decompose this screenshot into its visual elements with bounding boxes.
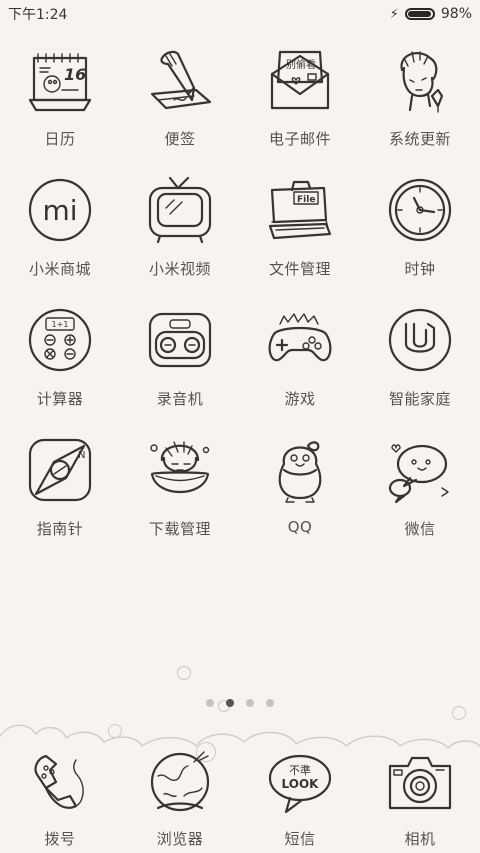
download-manager-icon	[144, 434, 216, 506]
phone-dialer-icon	[24, 746, 96, 818]
calculator-icon: 1+1	[24, 304, 96, 376]
decor-bubble	[177, 666, 191, 680]
app-label: 录音机	[156, 390, 204, 408]
app-label: 下载管理	[148, 520, 211, 538]
app-label: 便签	[164, 130, 196, 148]
app-label: 小米商城	[28, 260, 91, 278]
dock-camera[interactable]: 相机	[360, 742, 480, 849]
app-compass[interactable]: N 指南针	[0, 430, 120, 560]
page-dot[interactable]	[246, 699, 254, 707]
status-time: 下午1:24	[8, 7, 68, 23]
compass-n-text: N	[78, 450, 85, 461]
system-update-icon	[384, 44, 456, 116]
game-controller-icon	[264, 304, 336, 376]
mi-store-icon: mi	[24, 174, 96, 246]
app-label: QQ	[287, 518, 313, 536]
look-top-text: 不準	[289, 763, 311, 777]
app-qq[interactable]: QQ	[240, 430, 360, 560]
clock-icon	[384, 174, 456, 246]
email-icon: 别偷看	[264, 44, 336, 116]
camera-icon	[384, 746, 456, 818]
smart-home-icon	[384, 304, 456, 376]
app-label: 电子邮件	[268, 130, 331, 148]
app-email[interactable]: 别偷看 电子邮件	[240, 40, 360, 170]
messages-icon: 不準 LOOK	[264, 746, 336, 818]
status-bar: 下午1:24 ⚡ 98%	[0, 0, 480, 28]
calculator-display-text: 1+1	[52, 320, 69, 329]
page-dot[interactable]	[226, 699, 234, 707]
battery-percent: 98%	[440, 6, 472, 22]
battery-icon	[404, 8, 435, 20]
app-grid: 16 日历 便签 别偷看 电子邮件 系统更新 mi 小米商城 小米视频 File…	[0, 40, 480, 560]
dock-phone[interactable]: 拨号	[0, 742, 120, 849]
app-label: 微信	[404, 520, 436, 538]
notes-icon	[144, 44, 216, 116]
charging-bolt-icon: ⚡	[389, 6, 399, 22]
page-dot[interactable]	[266, 699, 274, 707]
app-label: 系统更新	[388, 130, 451, 148]
recorder-icon	[144, 304, 216, 376]
file-tag-text: File	[297, 195, 315, 205]
app-mi-video[interactable]: 小米视频	[120, 170, 240, 300]
app-label: 文件管理	[268, 260, 331, 278]
app-label: 时钟	[404, 260, 436, 278]
app-label: 拨号	[44, 830, 76, 848]
app-calendar[interactable]: 16 日历	[0, 40, 120, 170]
qq-penguin-icon	[264, 434, 336, 506]
email-stamp-text: 别偷看	[286, 58, 316, 71]
dock-messages[interactable]: 不準 LOOK 短信	[240, 742, 360, 849]
app-mi-store[interactable]: mi 小米商城	[0, 170, 120, 300]
app-label: 指南针	[36, 520, 84, 538]
mi-video-icon	[144, 174, 216, 246]
app-calculator[interactable]: 1+1 计算器	[0, 300, 120, 430]
look-bottom-text: LOOK	[282, 777, 320, 791]
app-wechat[interactable]: 微信	[360, 430, 480, 560]
page-dot[interactable]	[206, 699, 214, 707]
app-label: 短信	[284, 830, 316, 848]
app-game[interactable]: 游戏	[240, 300, 360, 430]
app-label: 相机	[404, 830, 436, 848]
app-system-update[interactable]: 系统更新	[360, 40, 480, 170]
app-label: 日历	[44, 130, 76, 148]
app-label: 计算器	[36, 390, 84, 408]
app-label: 智能家庭	[388, 390, 451, 408]
app-recorder[interactable]: 录音机	[120, 300, 240, 430]
app-download-manager[interactable]: 下载管理	[120, 430, 240, 560]
app-notes[interactable]: 便签	[120, 40, 240, 170]
app-label: 游戏	[284, 390, 316, 408]
page-indicator[interactable]	[0, 699, 480, 707]
compass-icon: N	[24, 434, 96, 506]
dock: 拨号 浏览器 不準 LOOK 短信 相机	[0, 742, 480, 849]
dock-browser[interactable]: 浏览器	[120, 742, 240, 849]
app-label: 小米视频	[148, 260, 211, 278]
app-file-manager[interactable]: File 文件管理	[240, 170, 360, 300]
browser-globe-icon	[144, 746, 216, 818]
app-smart-home[interactable]: 智能家庭	[360, 300, 480, 430]
wechat-icon	[384, 434, 456, 506]
calendar-day-text: 16	[64, 65, 86, 84]
app-clock[interactable]: 时钟	[360, 170, 480, 300]
file-manager-icon: File	[264, 174, 336, 246]
status-indicators: ⚡ 98%	[390, 6, 472, 22]
app-label: 浏览器	[156, 830, 204, 848]
mi-logo-text: mi	[42, 194, 77, 227]
calendar-icon: 16	[24, 44, 96, 116]
